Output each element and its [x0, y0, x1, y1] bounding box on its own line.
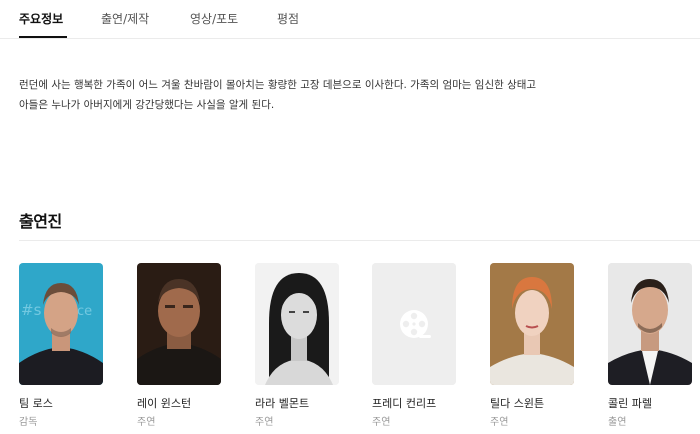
synopsis-line-2: 아들은 누나가 아버지에게 강간당했다는 사실을 알게 된다. — [19, 99, 275, 111]
svg-text:#s: #s — [21, 301, 42, 319]
tab-ratings[interactable]: 평점 — [277, 10, 299, 27]
svg-text:ce: ce — [77, 304, 92, 319]
cast-role: 출연 — [608, 417, 627, 428]
cast-photo: #s ce — [19, 263, 103, 385]
cast-list: #s ce 팀 로스 감독 레이 윈스턴 주연 라라 벨몬트 주연 프레디 컨리… — [0, 263, 700, 434]
cast-card-tim-roth[interactable]: #s ce 팀 로스 감독 — [19, 263, 109, 434]
cast-name: 프레디 컨리프 — [372, 397, 437, 410]
synopsis-line-1: 런던에 사는 행복한 가족이 어느 겨울 찬바람이 몰아치는 황량한 고장 데븐… — [19, 79, 537, 91]
cast-name: 레이 윈스턴 — [137, 397, 192, 410]
synopsis: 런던에 사는 행복한 가족이 어느 겨울 찬바람이 몰아치는 황량한 고장 데븐… — [19, 75, 659, 115]
cast-photo — [490, 263, 574, 385]
cast-name: 틸다 스윈튼 — [490, 397, 545, 410]
cast-role: 감독 — [19, 417, 38, 428]
cast-photo-placeholder — [372, 263, 456, 385]
cast-name: 콜린 파렐 — [608, 397, 652, 410]
cast-role: 주연 — [137, 417, 156, 428]
cast-photo — [137, 263, 221, 385]
tab-video-photo[interactable]: 영상/포토 — [190, 10, 238, 27]
active-tab-indicator — [19, 36, 67, 38]
tab-main-info[interactable]: 주요정보 — [19, 10, 63, 27]
cast-role: 주연 — [490, 417, 509, 428]
cast-section-title: 출연진 — [19, 212, 62, 231]
cast-divider — [19, 240, 700, 241]
cast-name: 팀 로스 — [19, 397, 53, 410]
cast-photo — [255, 263, 339, 385]
cast-card-lara-belmont[interactable]: 라라 벨몬트 주연 — [255, 263, 345, 434]
detail-tab-bar: 주요정보 출연/제작 영상/포토 평점 — [0, 0, 700, 39]
tab-cast-crew[interactable]: 출연/제작 — [101, 10, 149, 27]
cast-card-colin-farrell[interactable]: 콜린 파렐 출연 — [608, 263, 698, 434]
cast-photo — [608, 263, 692, 385]
cast-role: 주연 — [255, 417, 274, 428]
cast-card-tilda-swinton[interactable]: 틸다 스윈튼 주연 — [490, 263, 580, 434]
cast-name: 라라 벨몬트 — [255, 397, 310, 410]
cast-role: 주연 — [372, 417, 391, 428]
cast-card-ray-winstone[interactable]: 레이 윈스턴 주연 — [137, 263, 227, 434]
cast-card-freddie-cunliffe[interactable]: 프레디 컨리프 주연 — [372, 263, 462, 434]
film-reel-icon — [372, 263, 456, 385]
